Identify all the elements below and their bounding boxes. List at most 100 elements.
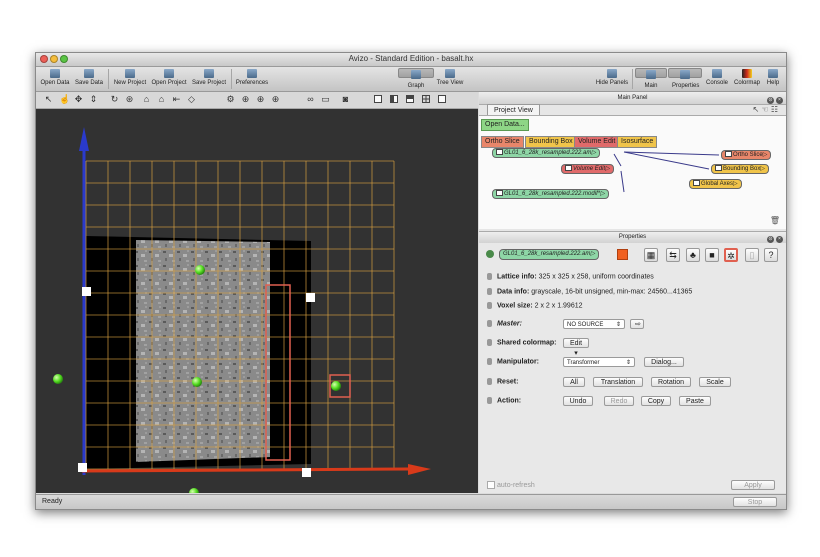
float-icon[interactable]: ⊙ (767, 236, 774, 243)
rotate-icon[interactable]: ↻ (110, 95, 119, 104)
dialog-button[interactable]: Dialog... (644, 357, 684, 367)
hide-panels-button[interactable]: Hide Panels (594, 68, 630, 90)
port-icon (487, 320, 492, 327)
rotation-handle[interactable] (189, 488, 199, 493)
reset-rotation-button[interactable]: Rotation (651, 377, 691, 387)
main-toolbar: Open Data Save Data New Project Open Pro… (36, 67, 786, 99)
corner-handle[interactable] (78, 463, 87, 472)
save-project-button[interactable]: Save Project (189, 68, 229, 90)
undo-button[interactable]: Undo (563, 396, 593, 406)
data-node-original[interactable]: GL01_6_28k_resampled.222.am▷ (492, 148, 601, 158)
hand-icon[interactable]: ☜ (761, 105, 768, 114)
measure-icon[interactable]: ⚙ (226, 95, 235, 104)
master-select[interactable]: NO SOURCE ⇕ (563, 319, 625, 329)
layout-horizontal-icon[interactable] (406, 95, 414, 103)
layout-icon[interactable]: ☷ (771, 105, 778, 114)
lock-icon[interactable]: ▯ (745, 248, 759, 262)
preferences-button[interactable]: Preferences (234, 68, 270, 90)
camera-icon[interactable]: ◙ (341, 95, 350, 104)
apply-button[interactable]: Apply (731, 480, 775, 490)
global-axes-node[interactable]: Global Axes▷ (689, 179, 742, 189)
parameter-editor-icon[interactable]: ♣ (686, 248, 700, 262)
close-panel-icon[interactable]: × (776, 236, 783, 243)
volume-edit-node[interactable]: Volume Edit▷ (561, 164, 614, 174)
help-icon[interactable]: ? (764, 248, 778, 262)
copy-button[interactable]: Copy (641, 396, 671, 406)
view-z-icon[interactable]: ⊕ (271, 95, 280, 104)
viewer-toolbar: ↖ ☝ ✥ ⇕ ↻ ⊛ ⌂ ⌂ ⇤ ◇ ⚙ ⊕ ⊕ ⊕ ∞ ▭ ◙ (36, 92, 478, 109)
new-project-button[interactable]: New Project (111, 68, 149, 90)
main-panel-button[interactable]: Main Panel (635, 68, 667, 99)
help-icon (768, 69, 778, 78)
seek-icon[interactable]: ⊛ (125, 95, 134, 104)
rotation-handle[interactable] (192, 377, 202, 387)
view-y-icon[interactable]: ⊕ (256, 95, 265, 104)
crop-editor-icon[interactable]: ▦ (644, 248, 658, 262)
x-axis-arrow-icon (408, 464, 431, 475)
corner-handle[interactable] (302, 468, 311, 477)
help-button[interactable]: Help (763, 68, 783, 90)
save-data-button[interactable]: Save Data (73, 68, 105, 90)
selected-object-chip[interactable]: GL01_6_28k_resampled.222.am▷ (499, 249, 600, 260)
data-node-modified[interactable]: GL01_6_28k_resampled.222.modif*▷ (492, 189, 609, 199)
view-x-icon[interactable]: ⊕ (241, 95, 250, 104)
properties-button[interactable]: Properties (668, 68, 702, 89)
layout-quad-icon[interactable] (422, 95, 430, 103)
window-title: Avizo - Standard Edition - basalt.hx (348, 54, 474, 63)
3d-viewer[interactable] (36, 109, 478, 493)
open-project-button[interactable]: Open Project (149, 68, 189, 90)
reset-translation-button[interactable]: Translation (593, 377, 643, 387)
project-graph[interactable]: Open Data... Ortho Slice Bounding Box Vo… (479, 115, 786, 229)
trash-icon[interactable]: 🗑 (770, 216, 780, 225)
view-all-icon[interactable]: ⇤ (172, 95, 181, 104)
port-icon (487, 288, 492, 295)
rotation-handle[interactable] (195, 265, 205, 275)
graph-view-icon (411, 70, 421, 79)
layout-single-icon[interactable] (374, 95, 382, 103)
reset-all-button[interactable]: All (563, 377, 585, 387)
layout-alt-icon[interactable] (438, 95, 446, 103)
home-icon[interactable]: ⌂ (142, 95, 151, 104)
paste-button[interactable]: Paste (679, 396, 711, 406)
voxel-size-row: Voxel size: 2 x 2 x 1.99612 (487, 302, 583, 309)
corner-handle[interactable] (306, 293, 315, 302)
dataset-info-icon[interactable]: ■ (705, 248, 719, 262)
manipulator-select[interactable]: Transformer ⇕ (563, 357, 635, 367)
tree-view-button[interactable]: Tree View (434, 68, 466, 90)
corner-handle[interactable] (82, 287, 91, 296)
colormap-edit-button[interactable]: Edit ▾ (563, 338, 589, 357)
colormap-button[interactable]: Colormap (732, 68, 762, 90)
perspective-icon[interactable]: ◇ (187, 95, 196, 104)
pointer-icon[interactable]: ↖ (44, 95, 53, 104)
master-connect-button[interactable]: ⇨ (630, 319, 644, 329)
port-icon (487, 302, 492, 309)
float-icon[interactable]: ⊙ (767, 97, 774, 104)
interact-icon[interactable]: ☝ (59, 95, 70, 104)
stop-button[interactable]: Stop (733, 497, 777, 507)
reset-scale-button[interactable]: Scale (699, 377, 731, 387)
close-panel-icon[interactable]: × (776, 97, 783, 104)
stereo-icon[interactable]: ∞ (306, 95, 315, 104)
transform-editor-icon[interactable]: ⇆ (666, 248, 680, 262)
auto-refresh-checkbox[interactable]: auto-refresh (487, 481, 535, 489)
set-home-icon[interactable]: ⌂ (157, 95, 166, 104)
graph-view-button[interactable]: Graph View (398, 68, 434, 99)
scene-canvas[interactable] (36, 109, 478, 493)
object-color-swatch[interactable] (617, 249, 628, 260)
dolly-icon[interactable]: ⇕ (89, 95, 98, 104)
console-button[interactable]: Console (703, 68, 731, 90)
snapshot-icon[interactable]: ▭ (321, 95, 330, 104)
translate-icon[interactable]: ✥ (74, 95, 83, 104)
x-axis (81, 467, 409, 473)
redo-button[interactable]: Redo (604, 396, 634, 406)
layout-vertical-icon[interactable] (390, 95, 398, 103)
pointer-icon[interactable]: ↖ (752, 105, 759, 114)
rotation-handle[interactable] (331, 381, 341, 391)
ortho-slice-node[interactable]: Ortho Slice▷ (721, 150, 772, 160)
bounding-box-node[interactable]: Bounding Box▷ (711, 164, 769, 174)
rotation-handle[interactable] (53, 374, 63, 384)
open-data-button[interactable]: Open Data (38, 68, 72, 90)
properties-icon (680, 70, 690, 79)
transform-manipulator-icon[interactable]: ✲ (724, 248, 738, 262)
action-row: Action: (487, 397, 521, 404)
